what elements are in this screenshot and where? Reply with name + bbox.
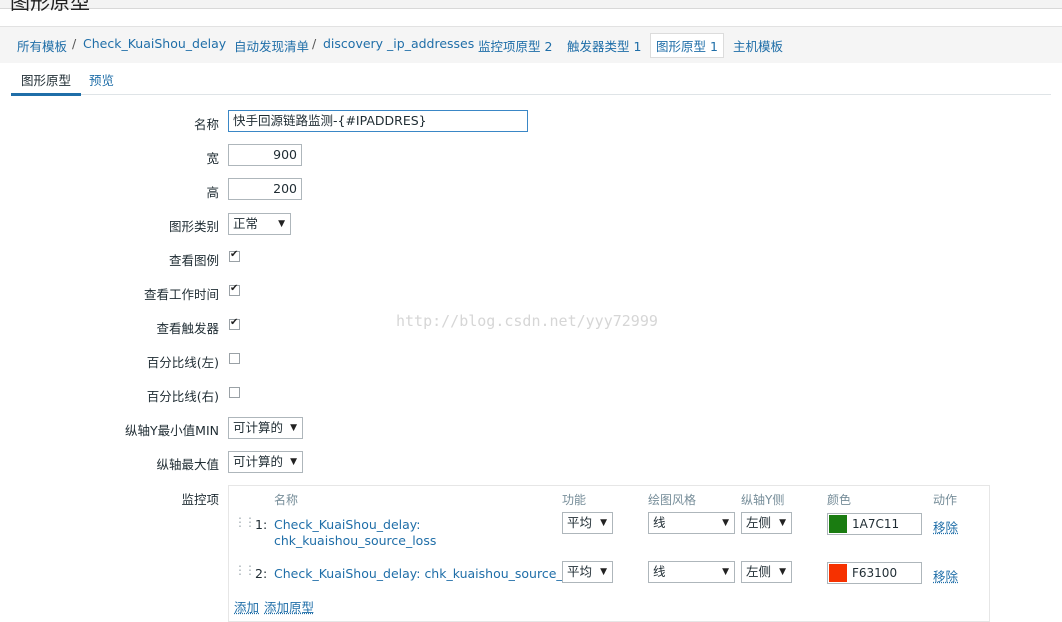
draw-style-value: 线 [653, 564, 666, 579]
color-value: 1A7C11 [852, 517, 900, 531]
color-field[interactable]: 1A7C11 [827, 513, 922, 535]
chevron-down-icon: ▼ [779, 518, 786, 528]
chevron-down-icon: ▼ [278, 219, 285, 229]
graph-type-label: 图形类别 [168, 219, 219, 234]
header-draw-style: 绘图风格 [648, 493, 697, 507]
function-value: 平均 [567, 564, 593, 579]
ymax-label: 纵轴最大值 [156, 457, 219, 472]
header-function: 功能 [562, 493, 587, 507]
item-name-link[interactable]: Check_KuaiShou_delay: [274, 517, 420, 533]
width-field[interactable]: 900 [228, 144, 302, 166]
header-action: 动作 [933, 493, 958, 507]
breadcrumb-all-templates[interactable]: 所有模板 [17, 36, 67, 55]
height-label: 高 [206, 185, 219, 200]
width-label: 宽 [206, 151, 219, 166]
draw-style-select[interactable]: 线 ▼ [648, 512, 735, 534]
show-working-time-label: 查看工作时间 [143, 287, 219, 302]
percentile-right-label: 百分比线(右) [146, 389, 219, 404]
ymin-label: 纵轴Y最小值MIN [125, 423, 219, 438]
breadcrumb: 所有模板 / Check_KuaiShou_delay 自动发现清单 / dis… [0, 26, 1062, 63]
breadcrumb-host-templates[interactable]: 主机模板 [733, 36, 783, 55]
show-triggers-label: 查看触发器 [156, 321, 219, 336]
drag-handle-icon[interactable]: ⋮⋮ [234, 563, 256, 577]
ymax-value: 可计算的 [233, 454, 284, 469]
breadcrumb-separator: / [72, 36, 77, 51]
ymax-select[interactable]: 可计算的 ▼ [228, 451, 303, 473]
color-value: F63100 [852, 566, 898, 580]
chevron-down-icon: ▼ [722, 518, 729, 528]
function-select[interactable]: 平均 ▼ [562, 561, 613, 583]
name-label: 名称 [193, 117, 219, 132]
row-number: 2: [255, 566, 268, 581]
chevron-down-icon: ▼ [600, 518, 607, 528]
watermark: http://blog.csdn.net/yyy72999 [396, 312, 658, 330]
items-label: 监控项 [181, 492, 219, 507]
percentile-left-label: 百分比线(左) [146, 355, 219, 370]
breadcrumb-separator: / [312, 36, 317, 51]
header-y-axis: 纵轴Y侧 [741, 493, 785, 507]
ymin-value: 可计算的 [233, 420, 284, 435]
item-name-link[interactable]: Check_KuaiShou_delay: chk_kuaishou_sourc… [274, 566, 578, 582]
items-table: 名称 功能 绘图风格 纵轴Y侧 颜色 动作 ⋮⋮ 1: Check_KuaiSh… [228, 485, 990, 622]
remove-button[interactable]: 移除 [933, 517, 958, 536]
remove-button[interactable]: 移除 [933, 566, 958, 585]
height-field[interactable]: 200 [228, 178, 302, 200]
name-field[interactable]: 快手回源链路监测-{#IPADDRES} [228, 110, 528, 132]
percentile-left-checkbox[interactable] [229, 353, 240, 364]
header-name: 名称 [274, 493, 299, 507]
add-prototype-link[interactable]: 添加原型 [264, 597, 314, 616]
function-select[interactable]: 平均 ▼ [562, 512, 613, 534]
chevron-down-icon: ▼ [290, 457, 297, 467]
tab-graph-prototype[interactable]: 图形原型 [11, 70, 82, 96]
chevron-down-icon: ▼ [600, 567, 607, 577]
breadcrumb-discovery-list[interactable]: 自动发现清单 [234, 36, 309, 55]
color-swatch[interactable] [829, 515, 847, 533]
item-name-link-cont[interactable]: chk_kuaishou_source_loss [274, 533, 436, 549]
row-number: 1: [255, 517, 268, 532]
function-value: 平均 [567, 515, 593, 530]
drag-handle-icon[interactable]: ⋮⋮ [234, 515, 256, 529]
chevron-down-icon: ▼ [779, 567, 786, 577]
color-swatch[interactable] [829, 564, 847, 582]
top-nav-bar [0, 0, 1062, 9]
page-title: 图形原型 [10, 0, 90, 14]
y-axis-select[interactable]: 左侧 ▼ [741, 512, 792, 534]
graph-type-select[interactable]: 正常 ▼ [228, 213, 291, 235]
tab-bar: 图形原型 预览 [11, 66, 1051, 96]
color-field[interactable]: F63100 [827, 562, 922, 584]
draw-style-value: 线 [653, 515, 666, 530]
graph-type-value: 正常 [233, 216, 259, 231]
percentile-right-checkbox[interactable] [229, 387, 240, 398]
y-axis-value: 左侧 [746, 515, 772, 530]
breadcrumb-graph-prototypes[interactable]: 图形原型 1 [650, 33, 724, 58]
y-axis-value: 左侧 [746, 564, 772, 579]
breadcrumb-item-prototypes[interactable]: 监控项原型 2 [478, 36, 552, 55]
tab-preview[interactable]: 预览 [89, 70, 114, 89]
add-item-link[interactable]: 添加 [234, 597, 259, 616]
breadcrumb-discovery-rule[interactable]: discovery _ip_addresses [323, 36, 474, 51]
show-working-time-checkbox[interactable] [229, 283, 240, 296]
show-legend-label: 查看图例 [168, 253, 219, 268]
header-color: 颜色 [827, 493, 852, 507]
breadcrumb-trigger-types[interactable]: 触发器类型 1 [567, 36, 641, 55]
show-triggers-checkbox[interactable] [229, 317, 240, 330]
ymin-select[interactable]: 可计算的 ▼ [228, 417, 303, 439]
show-legend-checkbox[interactable] [229, 249, 240, 262]
y-axis-select[interactable]: 左侧 ▼ [741, 561, 792, 583]
breadcrumb-host[interactable]: Check_KuaiShou_delay [83, 36, 226, 51]
chevron-down-icon: ▼ [722, 567, 729, 577]
draw-style-select[interactable]: 线 ▼ [648, 561, 735, 583]
chevron-down-icon: ▼ [290, 423, 297, 433]
